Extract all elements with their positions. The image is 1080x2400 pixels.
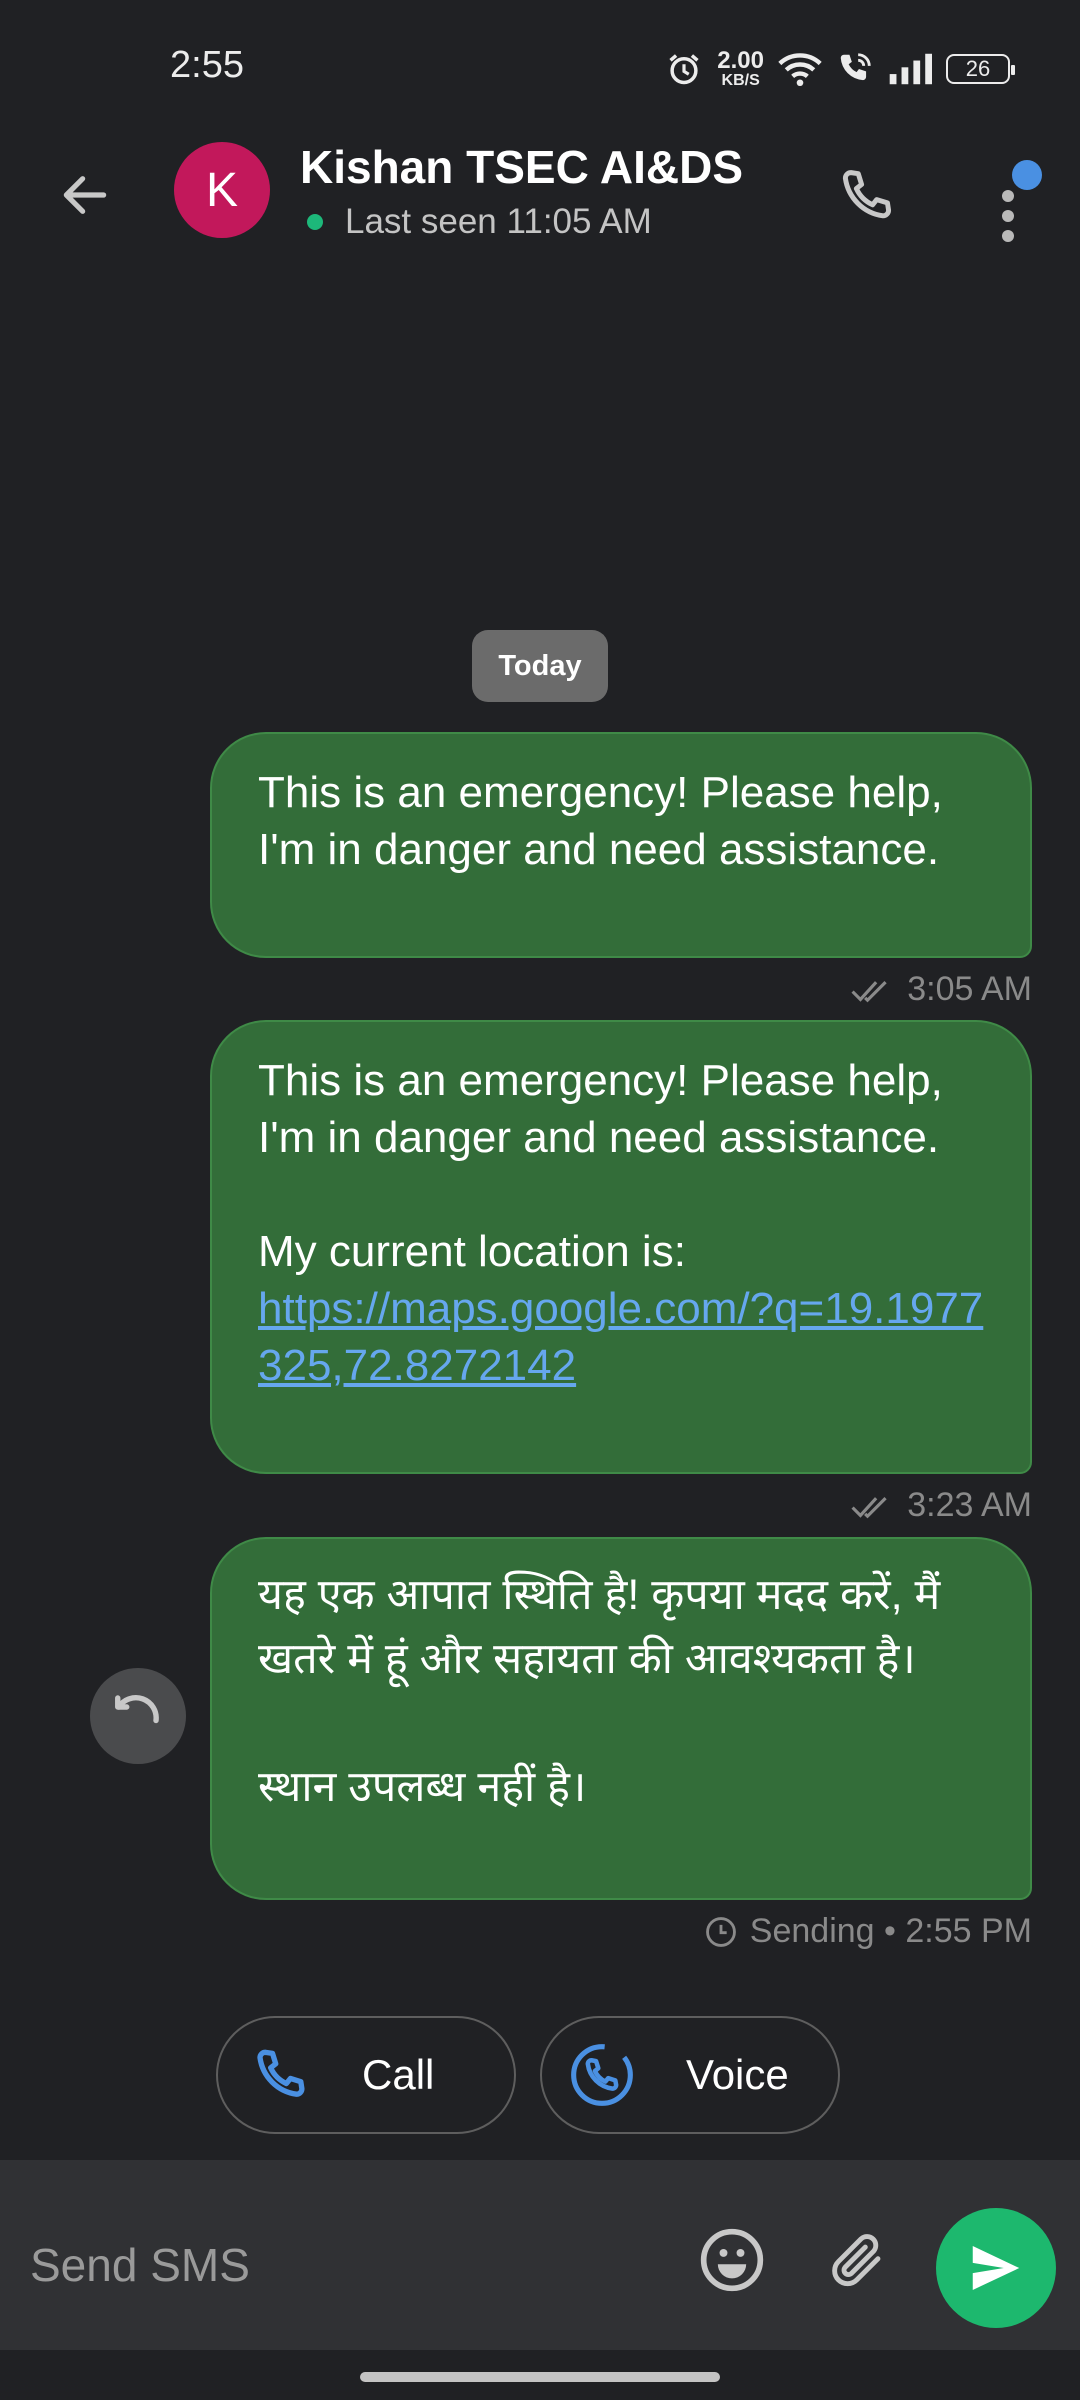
status-icons: 2.00 KB/S 26 bbox=[665, 44, 1015, 94]
more-vert-dot bbox=[1002, 210, 1014, 222]
online-dot-icon bbox=[307, 214, 323, 230]
phone-icon bbox=[842, 170, 892, 219]
wifi-calling-icon bbox=[840, 53, 871, 81]
back-button[interactable] bbox=[50, 160, 120, 230]
gesture-nav-bar[interactable] bbox=[360, 2372, 720, 2382]
message-text: This is an emergency! Please help, I'm i… bbox=[258, 768, 956, 874]
net-speed-unit: KB/S bbox=[721, 72, 760, 89]
message-bubble[interactable]: This is an emergency! Please help, I'm i… bbox=[210, 732, 1032, 958]
sms-input[interactable] bbox=[30, 2220, 650, 2310]
avatar[interactable]: K bbox=[174, 142, 270, 238]
quick-voice-label: Voice bbox=[686, 2051, 789, 2098]
notification-badge bbox=[1012, 160, 1042, 190]
clock-icon bbox=[705, 1916, 736, 1947]
net-speed-value: 2.00 bbox=[717, 47, 764, 74]
retry-button[interactable] bbox=[90, 1668, 186, 1764]
conversation-header: K Kishan TSEC AI&DS Last seen 11:05 AM bbox=[0, 130, 1080, 275]
message-meta: 3:05 AM bbox=[851, 970, 1032, 1009]
battery-icon: 26 bbox=[946, 54, 1015, 84]
message-time: 3:05 AM bbox=[907, 970, 1032, 1008]
emoji-icon bbox=[700, 2228, 764, 2292]
status-bar: 2:55 2.00 KB/S 26 bbox=[0, 0, 1080, 130]
net-speed: 2.00 KB/S bbox=[717, 49, 764, 89]
message-time: 3:23 AM bbox=[907, 1486, 1032, 1524]
wifi-icon bbox=[778, 53, 822, 87]
quick-call-label: Call bbox=[362, 2051, 435, 2098]
message-text: यह एक आपात स्थिति है! कृपया मदद करें, मै… bbox=[258, 1571, 941, 1811]
message-bubble[interactable]: This is an emergency! Please help, I'm i… bbox=[210, 1020, 1032, 1474]
sms-conversation-screen: 2:55 2.00 KB/S 26 K Kishan TSEC AI&DS La… bbox=[0, 0, 1080, 2400]
avatar-letter: K bbox=[205, 163, 238, 217]
quick-call-button[interactable]: Call bbox=[216, 2016, 516, 2134]
more-vert-icon bbox=[1002, 190, 1014, 202]
quick-voice-button[interactable]: Voice bbox=[540, 2016, 840, 2134]
message-bubble[interactable]: यह एक आपात स्थिति है! कृपया मदद करें, मै… bbox=[210, 1537, 1032, 1900]
attach-button[interactable] bbox=[818, 2222, 894, 2298]
send-button[interactable] bbox=[936, 2208, 1056, 2328]
arrow-left-icon bbox=[63, 176, 107, 214]
message-meta: Sending • 2:55 PM bbox=[704, 1912, 1032, 1951]
voice-call-icon bbox=[571, 2044, 633, 2106]
battery-level: 26 bbox=[965, 56, 991, 81]
send-icon bbox=[972, 2246, 1020, 2290]
message-text: This is an emergency! Please help, I'm i… bbox=[258, 1056, 943, 1276]
undo-icon bbox=[115, 1695, 159, 1724]
message-meta: 3:23 AM bbox=[851, 1486, 1032, 1525]
date-separator: Today bbox=[472, 630, 608, 702]
last-seen-status: Last seen 11:05 AM bbox=[307, 202, 652, 242]
message-composer bbox=[0, 2160, 1080, 2350]
double-check-icon bbox=[851, 980, 887, 1002]
call-button[interactable] bbox=[826, 156, 906, 236]
status-time: 2:55 bbox=[170, 44, 244, 86]
paperclip-icon bbox=[832, 2234, 881, 2287]
message-status: Sending • 2:55 PM bbox=[749, 1912, 1032, 1950]
more-vert-dot bbox=[1002, 230, 1014, 242]
last-seen-text: Last seen 11:05 AM bbox=[345, 202, 652, 241]
alarm-icon bbox=[669, 54, 699, 85]
location-link[interactable]: https://maps.google.com/?q=19.1977325,72… bbox=[258, 1280, 984, 1394]
emoji-button[interactable] bbox=[696, 2224, 768, 2296]
more-options-button[interactable] bbox=[980, 160, 1042, 242]
signal-icon bbox=[889, 53, 932, 85]
double-check-icon bbox=[851, 1496, 887, 1518]
phone-icon bbox=[257, 2049, 305, 2097]
contact-name[interactable]: Kishan TSEC AI&DS bbox=[300, 140, 743, 194]
